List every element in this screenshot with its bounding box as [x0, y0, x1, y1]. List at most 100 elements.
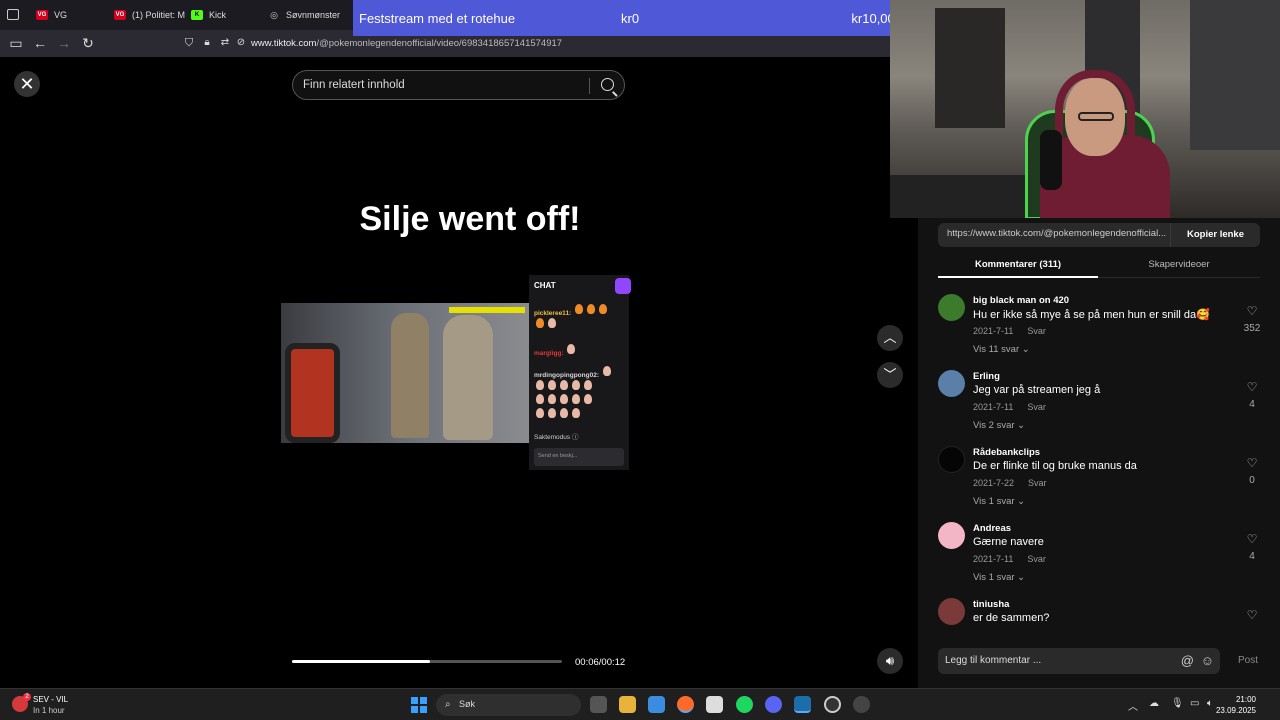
related-search-input[interactable]: Finn relatert innhold	[292, 70, 625, 100]
clock-date: 23.09.2025	[1215, 706, 1256, 715]
comment-username[interactable]: tiniusha	[973, 599, 1009, 610]
share-link-text: https://www.tiktok.com/@pokemonlegendeno…	[947, 228, 1167, 239]
like-count: 4	[1249, 399, 1255, 410]
back-arrow-icon[interactable]: ←	[32, 35, 48, 51]
comment-list: big black man on 420 Hu er ikke så mye å…	[918, 288, 1280, 633]
tab-comments[interactable]: Kommentarer (311)	[938, 259, 1098, 270]
file-explorer-icon[interactable]	[619, 696, 636, 713]
task-view-icon[interactable]	[590, 696, 607, 713]
emoji-icon[interactable]: ☺	[1201, 653, 1214, 668]
avatar[interactable]	[938, 522, 965, 549]
shield-icon[interactable]: ⛉	[181, 35, 197, 51]
view-replies-link[interactable]: Vis 2 svar ⌄	[973, 420, 1025, 431]
volume-icon[interactable]: 🔈︎	[1207, 698, 1213, 709]
comment-username[interactable]: Rådebankclips	[973, 447, 1040, 458]
forward-arrow-icon[interactable]: →	[56, 35, 72, 51]
tab-overview-icon[interactable]	[7, 9, 19, 20]
person-shape	[391, 313, 429, 438]
avatar[interactable]	[938, 294, 965, 321]
taskbar-search[interactable]: ⌕ Søk	[436, 694, 581, 716]
comment-username[interactable]: Andreas	[973, 523, 1011, 534]
previous-video-button[interactable]: ︿	[877, 325, 903, 351]
comment-item: Rådebankclips De er flinke til og bruke …	[938, 446, 1268, 522]
video-progress-fill	[292, 660, 430, 663]
copy-link-button[interactable]: Kopier lenke	[1170, 223, 1260, 247]
video-progress-bar[interactable]	[292, 660, 562, 663]
permissions-icon[interactable]: ⇄	[217, 35, 233, 51]
like-button[interactable]: ♡ 0	[1240, 456, 1264, 488]
face-emote-icon	[536, 408, 544, 418]
reload-icon[interactable]: ↻	[80, 35, 96, 51]
comment-tabs: Kommentarer (311) Skapervideoer	[938, 254, 1260, 278]
view-replies-link[interactable]: Vis 1 svar ⌄	[973, 496, 1025, 507]
start-button[interactable]	[411, 697, 427, 713]
browser-tab-kick[interactable]: K Kick	[191, 4, 226, 26]
like-button[interactable]: ♡ 352	[1240, 304, 1264, 336]
display-icon[interactable]: ▭	[1190, 698, 1199, 709]
heart-icon: ♡	[1246, 380, 1258, 394]
add-comment-placeholder: Legg til kommentar ...	[945, 655, 1042, 666]
windows-taskbar: 2 SEV - VIL In 1 hour ⌕ Søk ︿ ☁ 🎙︎ ▭ 🔈︎ …	[0, 688, 1280, 720]
add-comment-input[interactable]: Legg til kommentar ... @ ☺	[938, 648, 1220, 674]
network-cloud-icon[interactable]: ☁	[1149, 698, 1159, 709]
snipping-tool-icon[interactable]	[706, 696, 723, 713]
chevron-up-icon[interactable]: ︿	[1128, 698, 1138, 713]
like-button[interactable]: ♡ 4	[1240, 532, 1264, 564]
volume-button[interactable]: 🔊︎	[877, 648, 903, 674]
camera-off-icon[interactable]: ⊘	[233, 35, 249, 51]
spotify-icon[interactable]	[736, 696, 753, 713]
view-replies-link[interactable]: Vis 1 svar ⌄	[973, 572, 1025, 583]
comment-text: er de sammen?	[973, 612, 1050, 624]
sidebar-toggle-icon[interactable]: ▭	[8, 35, 24, 51]
avatar[interactable]	[938, 598, 965, 625]
avatar[interactable]	[938, 446, 965, 473]
url-field[interactable]: www.tiktok.com/@pokemonlegendenofficial/…	[251, 38, 562, 49]
tab-creator-videos[interactable]: Skapervideoer	[1098, 259, 1260, 270]
microphone-icon[interactable]: 🎙︎	[1171, 698, 1184, 709]
fire-emote-icon	[536, 318, 544, 328]
comment-username[interactable]: big black man on 420	[973, 295, 1069, 306]
donation-current: kr0	[621, 10, 640, 26]
face-emote-icon	[548, 380, 556, 390]
chat-header: CHAT	[534, 281, 556, 290]
reply-link[interactable]: Svar	[1028, 478, 1047, 488]
fire-emote-icon	[587, 304, 596, 314]
browser-tab-sovnmonster[interactable]: ◎ Søvnmønster	[268, 4, 340, 26]
widget-subtitle: In 1 hour	[33, 706, 65, 715]
mention-icon[interactable]: @	[1181, 653, 1194, 668]
browser-tab-politiet[interactable]: VG (1) Politiet: M	[114, 4, 185, 26]
face-emote-icon	[572, 408, 580, 418]
photos-app-icon[interactable]	[648, 696, 665, 713]
face-emote-icon	[602, 366, 611, 376]
lock-icon[interactable]: 🔒︎	[199, 35, 215, 51]
video-player[interactable]: Finn relatert innhold Silje went off! CH…	[281, 57, 636, 688]
view-replies-link[interactable]: Vis 11 svar ⌄	[973, 344, 1030, 355]
comment-username[interactable]: Erling	[973, 371, 1000, 382]
obs-icon[interactable]	[824, 696, 841, 713]
avatar[interactable]	[938, 370, 965, 397]
face-emote-icon	[567, 344, 576, 354]
like-button[interactable]: ♡	[1240, 608, 1264, 622]
reply-link[interactable]: Svar	[1027, 402, 1046, 412]
next-video-button[interactable]: ﹀	[877, 362, 903, 388]
browser-tab-vg[interactable]: VG VG	[36, 4, 67, 26]
reply-link[interactable]: Svar	[1027, 554, 1046, 564]
firefox-icon[interactable]	[677, 696, 694, 713]
post-button[interactable]: Post	[1238, 655, 1258, 666]
webcam-glasses-shape	[1078, 112, 1114, 121]
search-icon[interactable]	[601, 78, 614, 91]
like-button[interactable]: ♡ 4	[1240, 380, 1264, 412]
stream-chat-overlay: CHAT pickleree11: margiigg: mrdingopingp…	[529, 275, 631, 470]
search-placeholder: Finn relatert innhold	[303, 79, 405, 91]
face-emote-icon	[536, 380, 544, 390]
system-clock[interactable]: 21:00 23.09.2025	[1216, 694, 1256, 716]
streaming-app-icon[interactable]	[794, 696, 811, 713]
person-shape	[443, 315, 493, 440]
chat-badge-icon	[615, 278, 631, 294]
discord-icon[interactable]	[765, 696, 782, 713]
tab-label: VG	[54, 10, 68, 20]
reply-link[interactable]: Svar	[1027, 326, 1046, 336]
close-button[interactable]: ✕	[14, 71, 40, 97]
media-player-icon[interactable]	[853, 696, 870, 713]
face-emote-icon	[560, 408, 568, 418]
